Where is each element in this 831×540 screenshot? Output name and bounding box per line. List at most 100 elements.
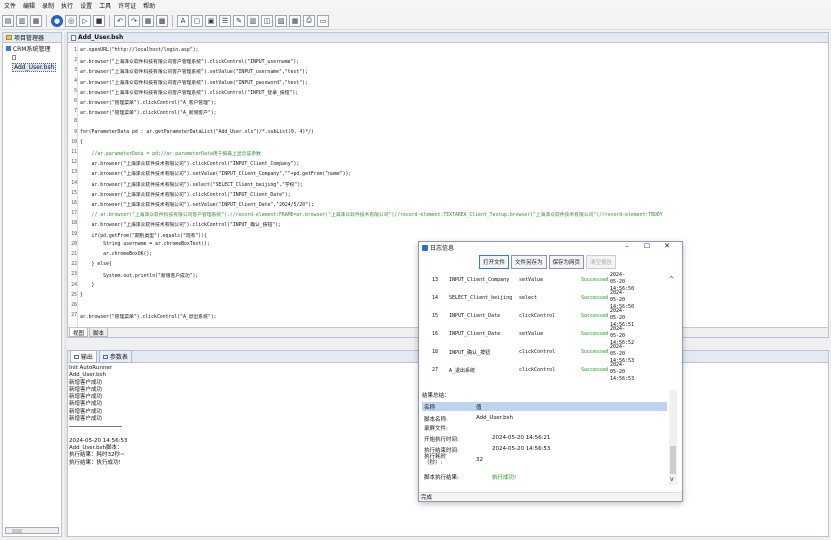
tab-view[interactable]: 视图	[69, 328, 89, 337]
stop-icon[interactable]: ■	[93, 14, 105, 27]
summary-header: 名称 值	[422, 402, 667, 411]
menu-item-7[interactable]: 帮助	[143, 1, 155, 10]
doc-icon[interactable]: ▢	[191, 14, 203, 27]
summary-row: 脚本名称: Add_User.bsh	[422, 414, 667, 423]
horizontal-scrollbar[interactable]	[5, 527, 59, 534]
code-line: System.out.println("新增客户成功");	[80, 274, 199, 280]
scroll-thumb[interactable]	[12, 529, 22, 533]
menu-item-3[interactable]: 执行	[61, 1, 73, 10]
step-date: 2024-05-20	[610, 344, 626, 357]
form-icon[interactable]: ▥	[247, 14, 259, 27]
scroll-down-icon[interactable]: v	[670, 476, 674, 483]
maximize-icon[interactable]: ☐	[639, 242, 655, 250]
report-icon[interactable]: ▦	[289, 14, 301, 27]
summary-scroll-thumb[interactable]	[670, 446, 676, 474]
line-number: 9	[74, 129, 77, 135]
minimize-icon[interactable]: –	[619, 242, 635, 250]
grid-icon[interactable]: ▦	[142, 14, 154, 27]
step-name: INPUT_Client_Company	[449, 277, 510, 283]
redo-icon[interactable]: ↷	[128, 14, 140, 27]
table-icon	[102, 355, 108, 359]
code-icon[interactable]: ◫	[261, 14, 273, 27]
page-icon[interactable]: ▣	[205, 14, 217, 27]
summary-row: 脚本执行结果: 执行成功!	[422, 472, 667, 481]
line-number: 27	[71, 313, 77, 319]
step-date: 2024-05-20	[610, 362, 626, 375]
menu-item-1[interactable]: 编辑	[23, 1, 35, 10]
step-date: 2024-05-20	[610, 308, 626, 321]
step-res: Successed	[581, 331, 609, 337]
tab-parameter-table[interactable]: 参数表	[98, 350, 132, 363]
comment-icon[interactable]: ✎	[233, 14, 245, 27]
line-number: 14	[71, 180, 77, 186]
step-name: SELECT_Client_beijing	[449, 295, 513, 301]
log-icon	[422, 244, 428, 251]
step-row[interactable]: 15 INPUT_Client_Date clickControl Successed…	[423, 307, 666, 328]
step-date: 2024-05-20	[610, 326, 626, 339]
save-file-as-button[interactable]: 文件另存为	[511, 255, 547, 269]
code-line: for(ParameterData pd : ar.getParameterDa…	[80, 129, 314, 135]
code-line: ar.browser("上海泽众软件技术有限公司").clickControl(…	[80, 192, 291, 198]
summary-key: 执行结束时间:	[424, 448, 459, 454]
window-icon[interactable]: ▭	[317, 14, 329, 27]
step-row[interactable]: 14 SELECT_Client_beijing select Successed 20…	[423, 289, 666, 310]
text-icon[interactable]: A	[177, 14, 189, 27]
code-line: ar.browser("管理菜单").clickControl("A_退出系统"…	[80, 315, 217, 321]
code-line: ar.browser("上海泽众软件科技有限公司客户管理系统").setValu…	[80, 80, 308, 86]
line-number: 12	[71, 160, 77, 166]
step-icon[interactable]: ▷	[79, 14, 91, 27]
step-clock: 14:56:53	[610, 376, 635, 382]
project-manager-tab[interactable]: 项目管理器	[3, 33, 61, 43]
code-line: ar.browser("管理菜单").clickControl("A_客户管理"…	[80, 101, 217, 106]
summary-head-value: 值	[476, 405, 482, 411]
step-act: select	[519, 295, 538, 301]
code-line: ar.browser("上海泽众软件技术有限公司").setValue("INP…	[80, 203, 314, 208]
undo-icon[interactable]: ↶	[114, 14, 126, 27]
menu-item-4[interactable]: 设置	[80, 1, 92, 10]
close-icon[interactable]: ✕	[659, 242, 675, 250]
summary-row: 执行耗时（秒）: 32	[422, 454, 667, 466]
summary-scrollbar[interactable]: v	[669, 390, 677, 485]
tree-item-script[interactable]: Add_User.bsh	[6, 54, 58, 72]
output-icon	[74, 355, 79, 359]
step-row[interactable]: 18 INPUT_确认_按钮 clickControl Successed 2024-0…	[423, 343, 666, 364]
print-icon[interactable]: ⎙	[303, 14, 315, 27]
menu-item-5[interactable]: 工具	[99, 1, 111, 10]
menu-item-2[interactable]: 录制	[42, 1, 54, 10]
summary-value: 2024-05-20 14:56:21	[492, 435, 551, 441]
tree-item-project[interactable]: CRM系统管理	[6, 45, 58, 54]
scroll-up-icon[interactable]: ^	[669, 276, 674, 283]
step-no: 13	[432, 277, 439, 283]
editor-tab[interactable]: Add_User.bsh	[68, 33, 828, 43]
line-number: 6	[74, 99, 77, 104]
save-as-webpage-button[interactable]: 保存为网页	[548, 255, 585, 269]
clear-report-button[interactable]: 清空报告	[586, 255, 617, 269]
step-row[interactable]: 16 INPUT_Client_Date setValue Successed 2024…	[423, 325, 666, 346]
code-line: //ar.parameterData = pd;//ar.parameterDa…	[80, 152, 261, 157]
code-line: }	[80, 282, 95, 288]
tab-output[interactable]: 输出	[70, 350, 97, 363]
play-icon[interactable]: ◎	[65, 14, 77, 27]
table-icon[interactable]: ▩	[156, 14, 168, 27]
script-file-icon	[12, 55, 16, 60]
menu-item-6[interactable]: 许可证	[118, 1, 136, 10]
step-row[interactable]: 13 INPUT_Client_Company setValue Successed 2…	[423, 271, 666, 292]
summary-head-name: 名称	[424, 405, 436, 411]
code-line: ar.browser("管理菜单").clickControl("A_新增客户"…	[80, 111, 217, 117]
file-icon	[71, 34, 76, 41]
list-icon[interactable]: ☰	[219, 14, 231, 27]
menu-item-0[interactable]: 文件	[4, 1, 16, 10]
save-icon[interactable]: ▦	[30, 14, 42, 27]
open-file-button[interactable]: 打开文件	[479, 255, 510, 269]
record-icon[interactable]: ●	[51, 14, 63, 27]
tree-label-script: Add_User.bsh	[12, 63, 57, 72]
step-row[interactable]: 27 A_退出系统 clickControl Successed 2024-05-20 1…	[423, 361, 666, 382]
tab-script[interactable]: 脚本	[89, 328, 109, 337]
open-icon[interactable]: ▥	[16, 14, 28, 27]
project-icon	[6, 46, 11, 51]
summary-value: Add_User.bsh	[476, 415, 514, 421]
new-icon[interactable]: ▤	[2, 14, 14, 27]
step-list: 13 INPUT_Client_Company setValue Successed 2…	[423, 271, 666, 382]
list-scrollbar[interactable]: ^	[669, 271, 678, 369]
image-icon[interactable]: ▨	[275, 14, 287, 27]
